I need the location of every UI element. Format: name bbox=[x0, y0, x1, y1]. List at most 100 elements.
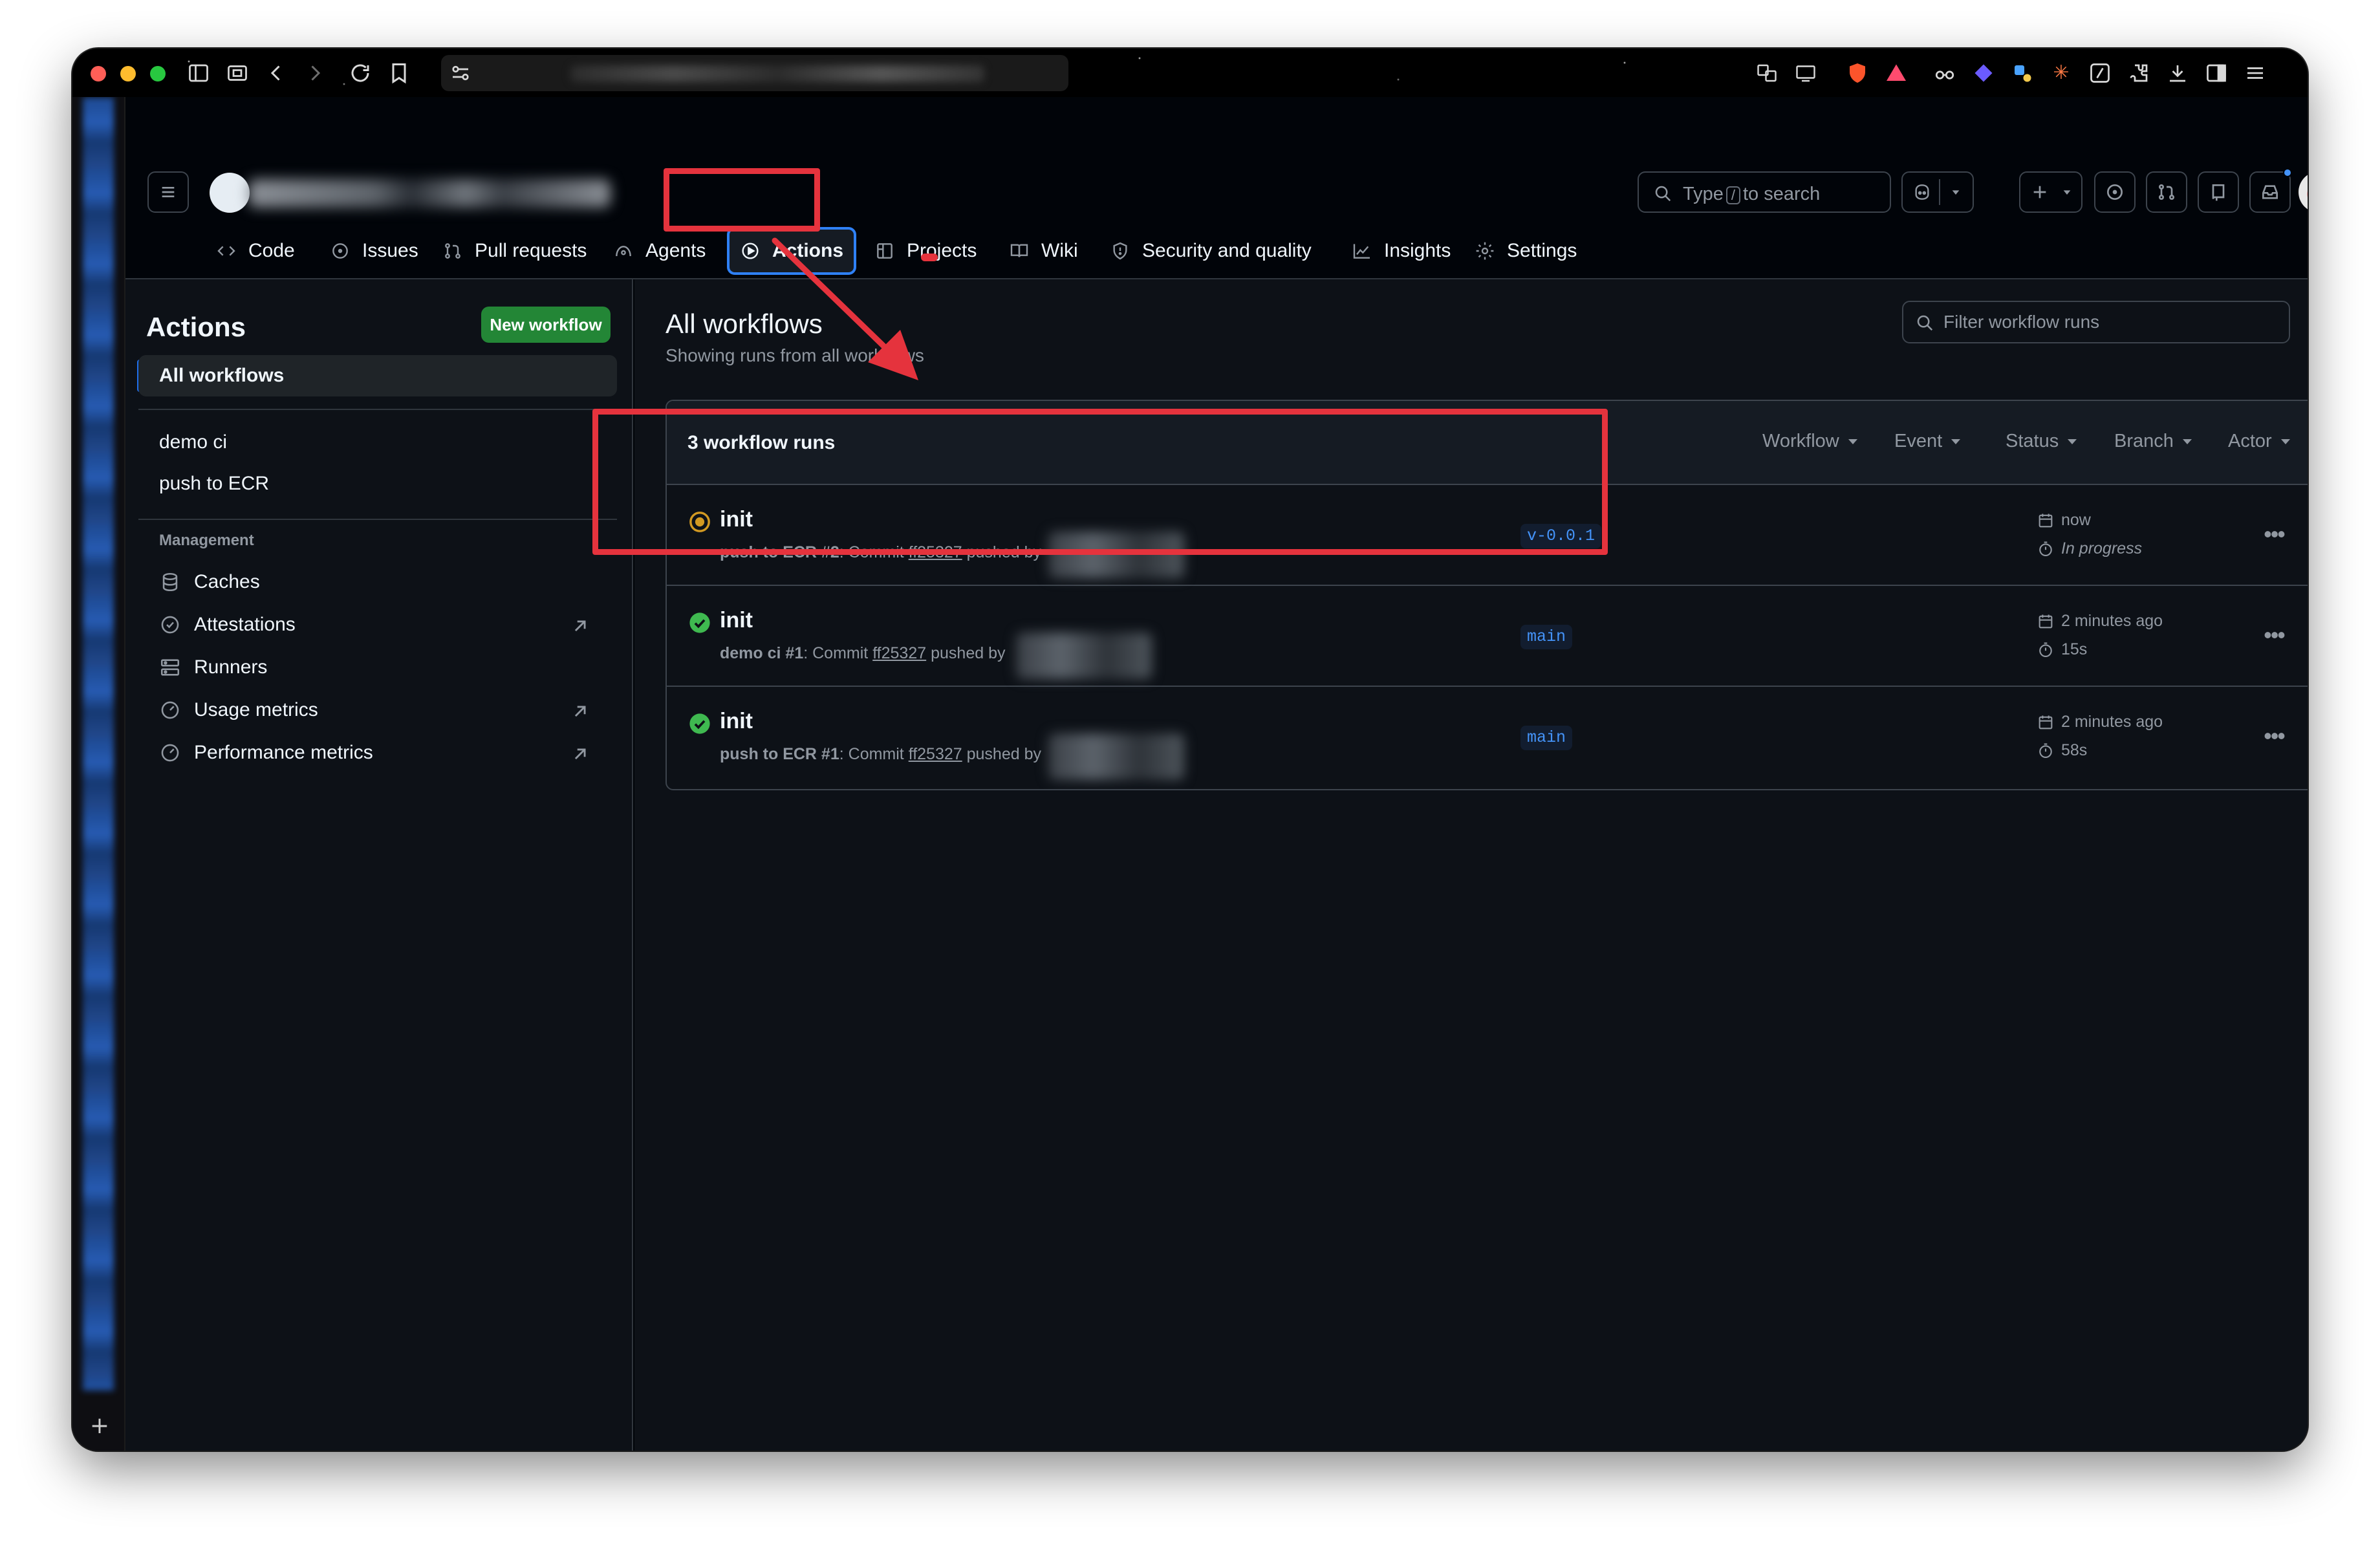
global-search[interactable]: Type / to search bbox=[1638, 171, 1891, 213]
tab-overview-icon[interactable] bbox=[224, 60, 250, 86]
meter-icon bbox=[161, 701, 179, 719]
stopwatch-icon bbox=[2039, 742, 2052, 758]
notifications-button[interactable] bbox=[2249, 171, 2291, 213]
tab-label: Wiki bbox=[1041, 240, 1078, 261]
forward-icon[interactable] bbox=[302, 60, 328, 86]
pushed-by: pushed by bbox=[926, 644, 1006, 662]
sidebar-item-label: Runners bbox=[194, 656, 268, 678]
branch-tag[interactable]: main bbox=[1520, 726, 1573, 750]
verified-icon bbox=[161, 616, 179, 634]
shield-icon bbox=[1113, 242, 1127, 260]
branch-tag[interactable]: main bbox=[1520, 625, 1573, 649]
sidebar-toggle-icon[interactable] bbox=[186, 60, 211, 86]
repo-breadcrumb[interactable] bbox=[210, 171, 611, 214]
extension-diamond-icon[interactable] bbox=[1971, 60, 1996, 86]
sidebar-item-performance-metrics[interactable]: Performance metrics bbox=[138, 732, 617, 774]
table-row[interactable]: init demo ci #1: Commit ff25327 pushed b… bbox=[667, 586, 2308, 687]
avatar[interactable] bbox=[2299, 171, 2308, 213]
site-settings-icon[interactable] bbox=[448, 60, 473, 86]
blurred-tabs[interactable] bbox=[83, 97, 114, 1390]
blurred-actor[interactable] bbox=[1016, 633, 1152, 679]
translate-icon[interactable] bbox=[1754, 60, 1780, 86]
tab-label: Projects bbox=[907, 240, 977, 261]
tab-issues[interactable]: Issues bbox=[319, 230, 429, 272]
repo-icon bbox=[2212, 184, 2225, 201]
kebab-menu-icon[interactable]: ••• bbox=[2258, 622, 2290, 648]
filter-status-dropdown[interactable]: Status bbox=[2006, 431, 2077, 452]
tab-code[interactable]: Code bbox=[206, 230, 305, 272]
kebab-menu-icon[interactable]: ••• bbox=[2258, 521, 2290, 547]
zoom-window-button[interactable] bbox=[150, 66, 166, 81]
commit-link[interactable]: ff25327 bbox=[909, 745, 962, 763]
copilot-button[interactable] bbox=[1901, 171, 1974, 213]
repositories-button[interactable] bbox=[2198, 171, 2239, 213]
filter-input[interactable] bbox=[1943, 302, 2280, 342]
external-link-icon bbox=[574, 748, 586, 760]
brave-shield-icon[interactable] bbox=[1844, 60, 1870, 86]
pull-requests-button[interactable] bbox=[2146, 171, 2187, 213]
extension-puzzle-color-icon[interactable] bbox=[2009, 60, 2035, 86]
run-title[interactable]: init bbox=[720, 709, 753, 734]
new-tab-icon[interactable]: + bbox=[87, 1413, 113, 1439]
new-workflow-button[interactable]: New workflow bbox=[481, 307, 611, 343]
run-workflow[interactable]: push to ECR #1 bbox=[720, 745, 839, 763]
repo-header: Type / to search Code Issues Pull reques… bbox=[125, 97, 2308, 279]
sidebar-item-label: Performance metrics bbox=[194, 742, 373, 763]
back-icon[interactable] bbox=[263, 60, 289, 86]
sidebar-item-all-workflows[interactable]: All workflows bbox=[138, 355, 617, 396]
tab-insights[interactable]: Insights bbox=[1341, 230, 1461, 272]
check-circle-icon bbox=[689, 612, 710, 633]
extensions-puzzle-icon[interactable] bbox=[2126, 60, 2152, 86]
graph-icon bbox=[1353, 244, 1370, 259]
bookmark-icon[interactable] bbox=[386, 60, 412, 86]
external-link-icon bbox=[574, 620, 586, 632]
sidebar-item-caches[interactable]: Caches bbox=[138, 561, 617, 603]
address-bar[interactable] bbox=[441, 55, 1068, 91]
sidebar-item-workflow[interactable]: push to ECR bbox=[138, 463, 617, 504]
filter-branch-dropdown[interactable]: Branch bbox=[2114, 431, 2192, 452]
blurred-actor[interactable] bbox=[1048, 733, 1184, 780]
kebab-menu-icon[interactable]: ••• bbox=[2258, 723, 2290, 749]
cast-icon[interactable] bbox=[1793, 60, 1819, 86]
create-new-button[interactable] bbox=[2019, 171, 2082, 213]
filter-workflow-runs[interactable] bbox=[1902, 301, 2290, 343]
tab-projects[interactable]: Projects bbox=[864, 230, 987, 272]
commit-link[interactable]: ff25327 bbox=[872, 644, 926, 662]
sidebar-item-attestations[interactable]: Attestations bbox=[138, 604, 617, 645]
close-window-button[interactable] bbox=[91, 66, 106, 81]
table-row[interactable]: init push to ECR #1: Commit ff25327 push… bbox=[667, 687, 2308, 788]
issues-button[interactable] bbox=[2094, 171, 2136, 213]
run-workflow[interactable]: demo ci #1 bbox=[720, 644, 803, 662]
browser-menu-icon[interactable] bbox=[2242, 60, 2268, 86]
sidebar-item-workflow[interactable]: demo ci bbox=[138, 422, 617, 463]
downloads-icon[interactable] bbox=[2165, 60, 2191, 86]
sidebar-item-runners[interactable]: Runners bbox=[138, 647, 617, 688]
tab-wiki[interactable]: Wiki bbox=[999, 230, 1088, 272]
extension-glasses-icon[interactable] bbox=[1932, 60, 1958, 86]
tab-agents[interactable]: Agents bbox=[603, 230, 716, 272]
sidebar-item-usage-metrics[interactable]: Usage metrics bbox=[138, 689, 617, 731]
play-icon bbox=[742, 243, 759, 259]
filter-event-dropdown[interactable]: Event bbox=[1894, 431, 1960, 452]
tab-pull-requests[interactable]: Pull requests bbox=[432, 230, 597, 272]
run-title[interactable]: init bbox=[720, 608, 753, 633]
github-logo-icon[interactable] bbox=[210, 173, 250, 213]
sidebar-panel-icon[interactable] bbox=[2203, 60, 2229, 86]
extension-spark-icon[interactable]: ✳ bbox=[2048, 60, 2074, 86]
brave-rewards-icon[interactable] bbox=[1883, 60, 1909, 86]
minimize-window-button[interactable] bbox=[120, 66, 136, 81]
sidebar-item-label: Caches bbox=[194, 571, 260, 592]
reload-icon[interactable] bbox=[347, 60, 373, 86]
sidebar-item-label: push to ECR bbox=[159, 473, 270, 494]
global-menu-button[interactable] bbox=[147, 171, 189, 213]
tab-settings[interactable]: Settings bbox=[1464, 230, 1587, 272]
server-icon bbox=[160, 659, 180, 676]
tab-actions[interactable]: Actions bbox=[727, 227, 857, 275]
tab-security-and-quality[interactable]: Security and quality bbox=[1099, 230, 1322, 272]
run-duration: 15s bbox=[2037, 640, 2087, 659]
calendar-icon bbox=[2039, 715, 2053, 729]
gear-icon bbox=[1476, 242, 1494, 260]
filter-actor-dropdown[interactable]: Actor bbox=[2228, 431, 2290, 452]
filter-workflow-dropdown[interactable]: Workflow bbox=[1762, 431, 1857, 452]
extension-slash-icon[interactable] bbox=[2087, 60, 2113, 86]
